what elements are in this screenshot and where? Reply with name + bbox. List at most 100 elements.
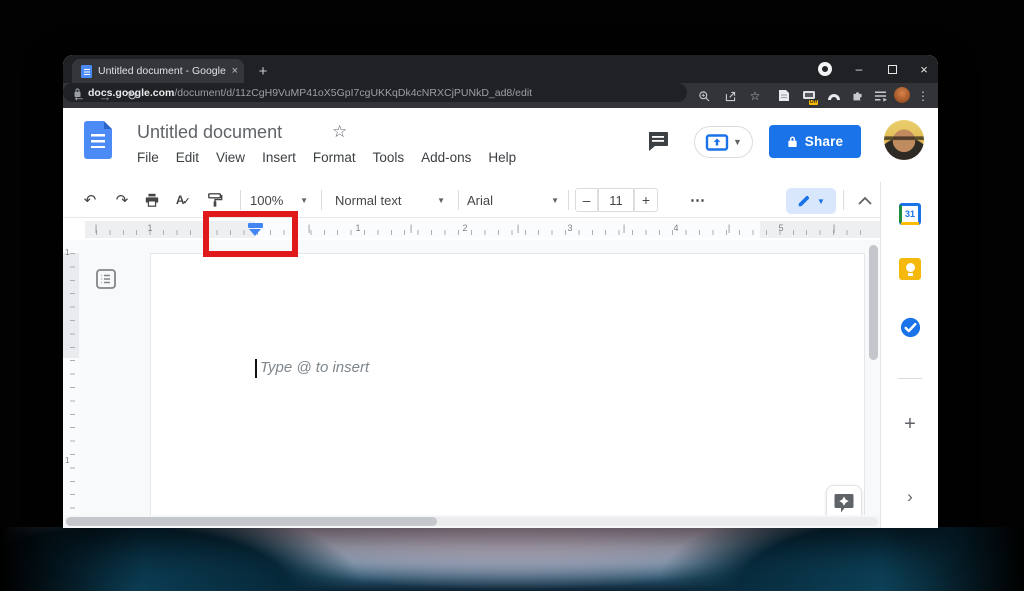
menu-item[interactable]: View	[216, 150, 245, 170]
hide-side-panel-button[interactable]: ›	[898, 485, 922, 509]
present-icon	[705, 134, 729, 151]
vertical-ruler-mark: 1	[65, 456, 69, 465]
google-docs-logo-icon[interactable]	[84, 121, 112, 159]
menu-item[interactable]: File	[137, 150, 159, 170]
document-page[interactable]: Type @ to insert	[150, 253, 865, 515]
more-toolbar-options-button[interactable]: ⋯	[683, 189, 713, 211]
vertical-ruler-mark: 1	[65, 248, 69, 257]
user-avatar[interactable]	[884, 120, 924, 160]
comment-history-icon[interactable]	[646, 130, 672, 154]
editing-mode-caret-icon: ▼	[817, 197, 825, 206]
hide-menus-button[interactable]	[853, 189, 877, 211]
vertical-ruler-ticks	[70, 253, 75, 513]
extension-screen-off-icon[interactable]: Off	[800, 87, 817, 104]
ruler-mark: |	[517, 223, 519, 233]
print-button[interactable]	[140, 189, 164, 211]
browser-menu-icon[interactable]: ⋮	[915, 86, 931, 105]
menu-bar: File Edit View Insert Format Tools Add-ons Help	[137, 150, 516, 170]
redo-button[interactable]: ↷	[110, 189, 134, 211]
google-tasks-icon[interactable]	[898, 315, 922, 339]
vertical-ruler[interactable]: 11	[63, 240, 79, 515]
font-size-control: – 11 +	[575, 188, 658, 212]
decrease-font-size-button[interactable]: –	[575, 188, 598, 212]
menu-item[interactable]: Format	[313, 150, 356, 170]
docs-header: Untitled document ☆ File Edit View Insert Fo…	[63, 108, 938, 182]
ruler-mark: |	[728, 223, 730, 233]
ruler-mark: |	[833, 223, 835, 233]
ruler-row: |1||1|2|3|4|5|	[63, 218, 880, 240]
extension-note-icon[interactable]	[775, 87, 792, 104]
increase-font-size-button[interactable]: +	[634, 188, 658, 212]
pencil-icon	[797, 194, 811, 208]
desktop-wallpaper	[0, 527, 1024, 591]
reload-button[interactable]: ↻	[122, 86, 142, 106]
editing-mode-button[interactable]: ▼	[786, 188, 836, 214]
share-page-icon[interactable]	[722, 88, 738, 104]
extensions-puzzle-icon[interactable]	[849, 87, 866, 104]
ruler-mark: 1	[355, 223, 360, 233]
window-maximize-button[interactable]	[881, 59, 903, 79]
address-bar: ← → ↻ docs.google.com/document/d/11zCgH9…	[63, 83, 938, 108]
extension-arc-icon[interactable]	[825, 87, 842, 104]
placeholder-text: Type @ to insert	[260, 359, 369, 376]
window-close-button[interactable]: ×	[913, 59, 935, 79]
google-calendar-icon[interactable]: 31	[899, 203, 921, 225]
spellcheck-button[interactable]: A✓	[171, 189, 195, 211]
side-panel: 31 + ›	[880, 182, 938, 528]
menu-item[interactable]: Tools	[373, 150, 405, 170]
bottom-strip	[63, 515, 880, 528]
bookmark-star-icon[interactable]: ☆	[747, 88, 763, 104]
forward-button[interactable]: →	[95, 86, 115, 106]
url-omnibox[interactable]: docs.google.com/document/d/11zCgH9VuMP41…	[63, 83, 687, 102]
get-add-ons-button[interactable]: +	[898, 412, 922, 436]
toolbar-separator	[321, 190, 322, 210]
present-button[interactable]: ▼	[694, 126, 753, 158]
ruler-mark: |	[95, 223, 97, 233]
undo-button[interactable]: ↶	[78, 189, 102, 211]
paragraph-style-select[interactable]: Normal text▼	[335, 189, 445, 211]
back-button[interactable]: ←	[69, 86, 89, 106]
document-title[interactable]: Untitled document	[137, 122, 282, 143]
share-label: Share	[805, 134, 844, 149]
font-select[interactable]: Arial▼	[467, 189, 559, 211]
side-panel-divider	[898, 378, 922, 379]
menu-item[interactable]: Edit	[176, 150, 199, 170]
ruler-mark: 5	[778, 223, 783, 233]
font-size-value[interactable]: 11	[598, 188, 634, 212]
horizontal-scrollbar-thumb[interactable]	[66, 517, 437, 526]
tab-close-icon[interactable]: ×	[232, 65, 238, 77]
google-keep-icon[interactable]	[899, 258, 921, 280]
zoom-select[interactable]: 100%▼	[250, 189, 308, 211]
menu-item[interactable]: Add-ons	[421, 150, 471, 170]
lock-icon	[787, 135, 798, 148]
toolbar-separator	[843, 190, 844, 210]
ruler-mark: 4	[673, 223, 678, 233]
off-badge: Off	[809, 100, 818, 105]
show-outline-button[interactable]	[93, 266, 119, 292]
browser-window: Untitled document - Google Doc × + – × ←…	[63, 55, 938, 528]
highlight-annotation-box	[203, 211, 298, 257]
ruler-mark: 3	[567, 223, 572, 233]
zoom-icon[interactable]	[696, 88, 712, 104]
reading-list-icon[interactable]	[872, 87, 889, 104]
browser-tab[interactable]: Untitled document - Google Doc ×	[72, 59, 244, 83]
ruler-mark: 1	[147, 223, 152, 233]
docs-toolbar: ↶ ↷ A✓ 100%▼ Normal text▼ Arial▼	[63, 182, 938, 218]
ruler-mark: |	[623, 223, 625, 233]
toolbar-separator	[240, 190, 241, 210]
menu-item[interactable]: Insert	[262, 150, 296, 170]
ruler-mark: |	[308, 223, 310, 233]
vertical-scrollbar[interactable]	[869, 245, 878, 360]
document-area: 11 Type @ to insert	[63, 240, 880, 515]
new-tab-button[interactable]: +	[253, 61, 273, 81]
paint-format-button[interactable]	[203, 189, 227, 211]
browser-profile-avatar[interactable]	[894, 87, 910, 103]
url-path: /document/d/11zCgH9VuMP41oX5GpI7cgUKKqDk…	[174, 87, 532, 99]
toolbar-separator	[568, 190, 569, 210]
star-document-icon[interactable]: ☆	[332, 122, 347, 142]
record-indicator-icon[interactable]	[818, 62, 832, 76]
share-button[interactable]: Share	[769, 125, 861, 158]
toolbar-separator	[458, 190, 459, 210]
window-minimize-button[interactable]: –	[848, 59, 870, 79]
menu-item[interactable]: Help	[488, 150, 516, 170]
